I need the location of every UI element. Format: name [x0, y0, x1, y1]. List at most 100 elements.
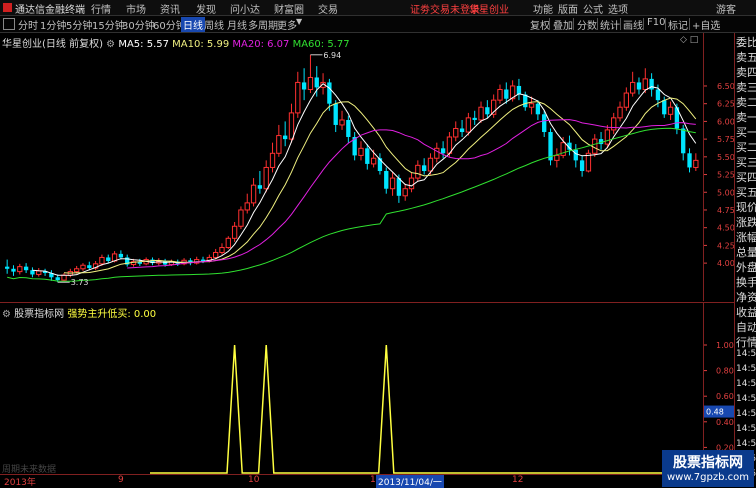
candle[interactable] [346, 115, 351, 143]
menu-item-options[interactable]: 选项 [608, 1, 628, 16]
indicator-panel[interactable]: ⚙ 股票指标网 强势主升低买: 0.00 周期未来数据 [0, 302, 703, 475]
candle[interactable] [384, 167, 389, 194]
menu-item-news[interactable]: 资讯 [160, 1, 180, 16]
kline-chart[interactable]: 6.94 3.73 [0, 33, 703, 301]
candle[interactable] [42, 268, 48, 276]
candle[interactable] [358, 141, 364, 161]
menu-item-layout[interactable]: 版面 [558, 1, 578, 16]
candle[interactable] [150, 257, 155, 266]
tool-adjust-button[interactable]: 复权 [530, 17, 550, 32]
candle[interactable] [11, 265, 16, 276]
menu-item-formula[interactable]: 公式 [583, 1, 603, 16]
candle[interactable] [30, 267, 35, 278]
candle[interactable] [106, 254, 111, 264]
candle[interactable] [194, 256, 200, 265]
candle[interactable] [453, 121, 459, 142]
menu-grid-icon[interactable] [3, 18, 15, 30]
candle[interactable] [434, 142, 440, 163]
candle[interactable] [611, 112, 617, 135]
candle[interactable] [125, 254, 130, 267]
candle[interactable] [579, 155, 585, 177]
candle[interactable] [548, 128, 553, 166]
candle[interactable] [92, 260, 99, 271]
menu-item-ask[interactable]: 问小达 [230, 1, 260, 16]
candle[interactable] [427, 153, 434, 175]
candle[interactable] [339, 110, 345, 130]
indicator-settings-icon[interactable]: ⚙ [2, 309, 11, 320]
candle[interactable] [23, 263, 29, 274]
period-tab-5min[interactable]: 5分钟 [66, 17, 92, 32]
panel-maximize-icon[interactable]: ◇ □ [680, 35, 698, 45]
candle[interactable] [244, 193, 250, 214]
period-tab-timeshare[interactable]: 分时 [18, 17, 38, 32]
candle[interactable] [472, 110, 477, 125]
candle[interactable] [5, 259, 10, 274]
user-label[interactable]: 游客 [716, 1, 736, 16]
candle[interactable] [636, 77, 642, 95]
period-tab-daily[interactable]: 日线 [181, 17, 205, 32]
settings-gear-icon[interactable]: ⚙ [106, 39, 115, 50]
period-tab-1min[interactable]: 1分钟 [40, 17, 66, 32]
period-tab-30min[interactable]: 30分钟 [122, 17, 155, 32]
candle[interactable] [408, 172, 415, 193]
tool-stats-button[interactable]: 统计 [600, 17, 620, 32]
menu-item-function[interactable]: 功能 [533, 1, 553, 16]
candle[interactable] [231, 222, 238, 242]
candle[interactable] [598, 132, 604, 150]
menu-item-quotes[interactable]: 行情 [91, 1, 111, 16]
period-tab-more[interactable]: 更多 [277, 17, 297, 32]
tool-f10-button[interactable]: F10 [647, 17, 665, 28]
tool-draw-button[interactable]: 画线 [623, 17, 643, 32]
candle[interactable] [693, 153, 699, 171]
candle[interactable] [301, 68, 307, 101]
period-tab-monthly[interactable]: 月线 [227, 17, 247, 32]
candle[interactable] [573, 144, 578, 168]
candle[interactable] [422, 158, 427, 175]
candle[interactable] [617, 101, 623, 122]
tool-mark-button[interactable]: 标记 [668, 17, 688, 32]
candle[interactable] [516, 78, 522, 101]
candle[interactable] [592, 134, 598, 157]
candle[interactable] [257, 171, 263, 194]
candle[interactable] [295, 71, 301, 118]
kline-chart-panel[interactable]: 6.94 3.73 华星创业(日线 前复权) ⚙ MA5: 5.57 MA10: … [0, 33, 703, 301]
candle[interactable] [238, 206, 244, 230]
candle[interactable] [491, 94, 497, 118]
tool-watchlist-button[interactable]: +自选 [692, 17, 720, 32]
tool-overlay-button[interactable]: 叠加 [553, 17, 573, 32]
candle[interactable] [333, 100, 338, 133]
candle[interactable] [219, 243, 225, 255]
candle[interactable] [623, 87, 630, 111]
candle[interactable] [61, 273, 67, 282]
period-tab-15min[interactable]: 15分钟 [92, 17, 125, 32]
candle[interactable] [118, 250, 124, 260]
candle[interactable] [80, 263, 86, 271]
menu-item-market[interactable]: 市场 [126, 1, 146, 16]
candle[interactable] [554, 148, 560, 168]
candle[interactable] [276, 124, 282, 157]
candle[interactable] [36, 268, 42, 277]
menu-item-discover[interactable]: 发现 [196, 1, 216, 16]
candle[interactable] [567, 135, 572, 156]
candle[interactable] [269, 142, 276, 173]
candle[interactable] [478, 101, 484, 123]
candle[interactable] [377, 153, 383, 175]
candle[interactable] [365, 144, 370, 170]
period-tab-multi[interactable]: 多周期 [248, 17, 278, 32]
candle[interactable] [49, 270, 54, 281]
candle[interactable] [188, 258, 193, 266]
candle[interactable] [585, 149, 592, 173]
candle[interactable] [307, 54, 314, 94]
candle[interactable] [402, 183, 408, 201]
candle[interactable] [181, 258, 187, 266]
candle[interactable] [630, 71, 636, 97]
candle[interactable] [415, 160, 421, 182]
candle[interactable] [225, 236, 231, 249]
candle[interactable] [250, 178, 257, 207]
menu-item-trade[interactable]: 交易 [318, 1, 338, 16]
chevron-down-icon[interactable]: ▼ [296, 17, 302, 26]
candle[interactable] [687, 148, 692, 173]
candle[interactable] [459, 119, 465, 137]
tool-score-button[interactable]: 分数 [577, 17, 597, 32]
period-tab-weekly[interactable]: 周线 [204, 17, 224, 32]
